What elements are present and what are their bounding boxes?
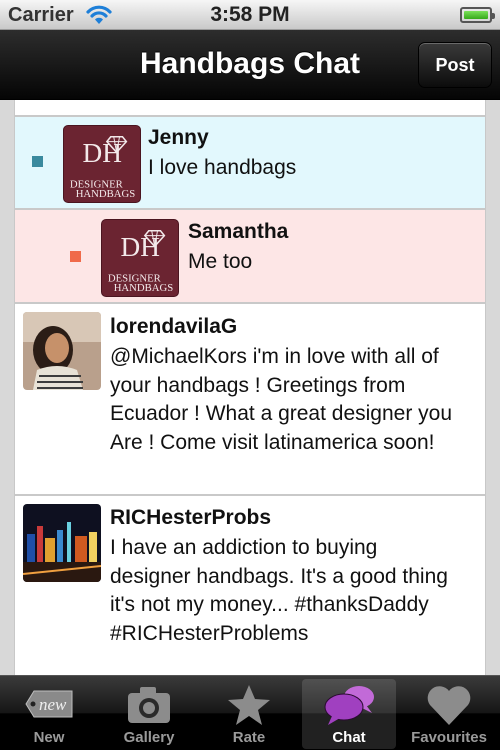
tab-label: Chat [332,729,366,746]
status-time: 3:58 PM [210,3,290,26]
message-text: I have an addiction to buying designer h… [110,534,448,648]
message-text: @MichaelKors i'm in love with all of you… [110,343,452,457]
message-author: Jenny [148,126,209,149]
battery-icon [460,7,495,23]
star-icon [224,683,274,727]
tab-label: Rate [232,729,266,746]
list-item-samantha[interactable]: DH DESIGNER HANDBAGS Samantha Me too [15,210,485,304]
city-night-photo-avatar [23,504,101,582]
chat-list[interactable]: DH DESIGNER HANDBAGS Jenny I love handba… [14,100,486,675]
message-line: Are ! Come visit latinamerica soon! [110,430,435,454]
logo-monogram: DH [121,232,160,262]
tab-favourites[interactable]: Favourites [402,679,496,749]
tab-label: New [33,729,65,746]
user-photo-avatar [23,312,101,390]
chat-bubbles-icon [324,683,374,727]
tab-bar: new New Gallery Rate Chat Favourites [0,675,500,750]
heart-icon [424,683,474,727]
message-author: lorendavilaG [110,315,238,338]
message-line: Ecuador ! What a great designer you [110,402,453,425]
message-line: it's not my money... #thanksDaddy [110,593,429,616]
logo-line2: HANDBAGS [114,282,174,294]
designer-handbags-logo: DH DESIGNER HANDBAGS [101,219,179,297]
tab-new[interactable]: new New [2,679,96,749]
new-tag-text: new [39,695,67,714]
message-line: @MichaelKors i'm in love with all of [110,345,439,368]
message-text: Me too [188,250,253,273]
list-item-jenny[interactable]: DH DESIGNER HANDBAGS Jenny I love handba… [15,117,485,210]
list-item-richesterprobs[interactable]: RICHesterProbs I have an addiction to bu… [15,496,485,675]
logo-line2: HANDBAGS [76,188,136,200]
status-bar: Carrier 3:58 PM [0,0,500,30]
message-author: Samantha [188,220,289,243]
tab-label: Gallery [123,729,175,746]
message-line: I have an addiction to buying [110,536,378,559]
message-text: I love handbags [148,156,297,179]
message-author: RICHesterProbs [110,506,272,529]
navigation-bar: Handbags Chat Post [0,30,500,100]
message-line: your handbags ! Greetings from [110,373,406,397]
tab-gallery[interactable]: Gallery [102,679,196,749]
bullet-marker [32,156,43,167]
post-button[interactable]: Post [418,42,492,88]
list-item [15,100,485,117]
designer-handbags-logo: DH DESIGNER HANDBAGS [63,125,141,203]
bullet-marker [70,251,81,262]
message-line: #RICHesterProblems [110,621,309,645]
list-item-lorendavilag[interactable]: lorendavilaG @MichaelKors i'm in love wi… [15,304,485,496]
message-line: designer handbags. It's a good thing [110,564,448,588]
logo-monogram: DH [83,138,122,168]
tab-rate[interactable]: Rate [202,679,296,749]
new-tag-icon: new [24,683,74,727]
tab-chat[interactable]: Chat [302,679,396,749]
tab-label: Favourites [411,729,487,746]
camera-icon [124,683,174,727]
